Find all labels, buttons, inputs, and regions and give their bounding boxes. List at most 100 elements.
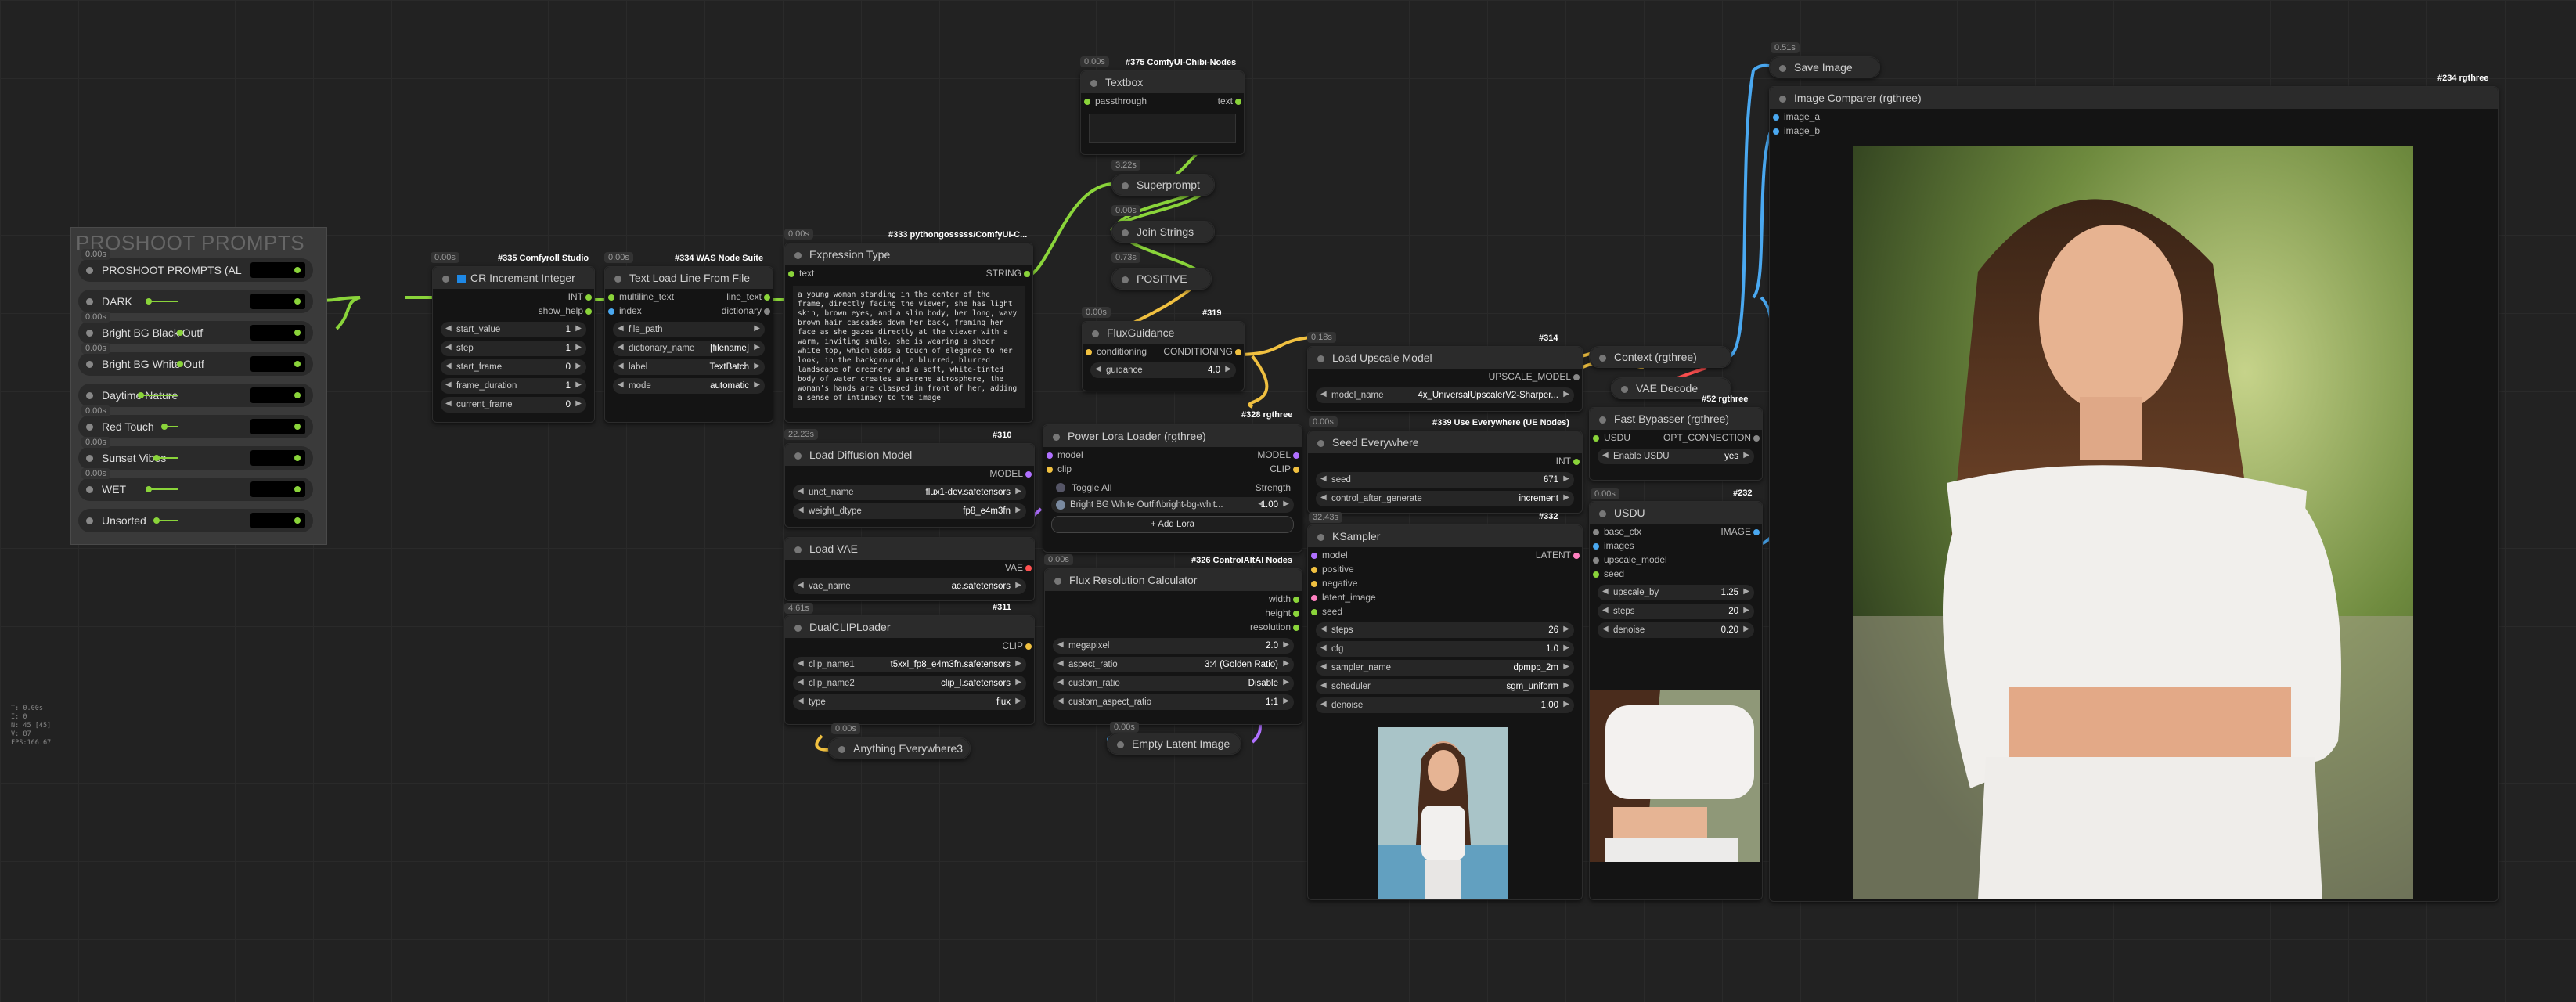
increment-arrow-icon[interactable]: ▶ (1283, 499, 1289, 508)
output-box[interactable] (250, 294, 305, 309)
decrement-arrow-icon[interactable]: ◀ (1320, 625, 1327, 633)
output-socket[interactable] (294, 455, 301, 461)
prompt-row[interactable]: Unsorted (78, 509, 313, 532)
node-collapse-dot[interactable] (794, 251, 802, 259)
widget-start-frame[interactable]: ◀ start_frame 0 ▶ (441, 359, 586, 375)
widget-clip-name1[interactable]: ◀ clip_name1 t5xxl_fp8_e4m3fn.safetensors ▶ (793, 657, 1026, 672)
widget-custom-aspect-ratio[interactable]: ◀ custom_aspect_ratio 1:1 ▶ (1053, 694, 1294, 710)
increment-arrow-icon[interactable]: ▶ (754, 343, 760, 351)
lora-name[interactable]: Bright BG White Outfit\bright-bg-whit... (1070, 500, 1223, 510)
increment-arrow-icon[interactable]: ▶ (754, 324, 760, 333)
row-dot[interactable] (86, 361, 93, 368)
decrement-arrow-icon[interactable]: ◀ (1320, 700, 1327, 708)
row-dot[interactable] (86, 298, 93, 305)
node-collapse-dot[interactable] (442, 275, 449, 283)
row-dot[interactable] (86, 424, 93, 431)
increment-arrow-icon[interactable]: ▶ (1563, 390, 1569, 398)
decrement-arrow-icon[interactable]: ◀ (798, 506, 804, 514)
input-socket[interactable] (1593, 529, 1599, 535)
increment-arrow-icon[interactable]: ▶ (1283, 659, 1289, 668)
widget-label[interactable]: ◀ label TextBatch ▶ (613, 359, 765, 375)
decrement-arrow-icon[interactable]: ◀ (618, 324, 624, 333)
increment-arrow-icon[interactable]: ▶ (1015, 581, 1021, 589)
load-upscale-model-node[interactable]: Load Upscale Model UPSCALE_MODEL ◀ model_… (1307, 346, 1583, 412)
load-vae-node[interactable]: Load VAE VAE ◀ vae_name ae.safetensors ▶ (784, 537, 1035, 601)
output-socket[interactable] (1573, 553, 1580, 559)
decrement-arrow-icon[interactable]: ◀ (798, 678, 804, 687)
output-socket[interactable] (585, 294, 592, 301)
increment-arrow-icon[interactable]: ▶ (1283, 678, 1289, 687)
decrement-arrow-icon[interactable]: ◀ (618, 362, 624, 370)
decrement-arrow-icon[interactable]: ◀ (1602, 625, 1609, 633)
decrement-arrow-icon[interactable]: ◀ (1320, 493, 1327, 502)
input-socket[interactable] (1593, 543, 1599, 550)
row-knob[interactable] (161, 424, 168, 430)
widget-mode[interactable]: ◀ mode automatic ▶ (613, 378, 765, 394)
output-box[interactable] (250, 387, 305, 403)
row-knob[interactable] (146, 298, 152, 305)
output-box[interactable] (250, 419, 305, 434)
increment-arrow-icon[interactable]: ▶ (575, 399, 582, 408)
widget-cfg[interactable]: ◀ cfg 1.0 ▶ (1316, 641, 1574, 657)
decrement-arrow-icon[interactable]: ◀ (798, 487, 804, 496)
widget-scheduler[interactable]: ◀ scheduler sgm_uniform ▶ (1316, 679, 1574, 694)
load-diffusion-model-node[interactable]: Load Diffusion Model MODEL ◀ unet_name flu… (784, 443, 1035, 528)
increment-arrow-icon[interactable]: ▶ (1743, 625, 1749, 633)
input-socket[interactable] (1593, 571, 1599, 578)
input-socket[interactable] (1593, 435, 1599, 442)
increment-arrow-icon[interactable]: ▶ (1563, 625, 1569, 633)
output-socket[interactable] (1025, 471, 1032, 478)
comparison-image[interactable] (1853, 146, 2413, 899)
output-socket[interactable] (1753, 529, 1760, 535)
increment-arrow-icon[interactable]: ▶ (1563, 493, 1569, 502)
decrement-arrow-icon[interactable]: ◀ (1602, 587, 1609, 596)
output-socket[interactable] (294, 298, 301, 305)
decrement-arrow-icon[interactable]: ◀ (798, 659, 804, 668)
toggle-all-switch[interactable] (1056, 483, 1065, 492)
textbox-input[interactable] (1089, 114, 1236, 143)
prompt-row[interactable]: Sunset Vibes (78, 446, 313, 470)
output-socket[interactable] (1025, 565, 1032, 571)
node-collapse-dot[interactable] (1090, 79, 1097, 87)
node-collapse-dot[interactable] (1117, 741, 1124, 748)
output-box[interactable] (250, 262, 305, 278)
output-socket[interactable] (585, 308, 592, 315)
row-knob[interactable] (153, 517, 160, 524)
input-socket[interactable] (1084, 99, 1090, 105)
increment-arrow-icon[interactable]: ▶ (1563, 662, 1569, 671)
node-collapse-dot[interactable] (1621, 385, 1628, 393)
output-socket[interactable] (1293, 611, 1299, 617)
decrement-arrow-icon[interactable]: ◀ (1320, 662, 1327, 671)
node-collapse-dot[interactable] (1599, 510, 1606, 517)
decrement-arrow-icon[interactable]: ◀ (445, 380, 452, 389)
seed-everywhere-node[interactable]: Seed Everywhere INT ◀ seed 671 ▶ ◀ control_af… (1307, 431, 1583, 514)
prompt-row[interactable]: DARK (78, 290, 313, 313)
positive-node[interactable]: POSITIVE (1111, 268, 1212, 290)
row-knob[interactable] (138, 392, 144, 398)
row-dot[interactable] (86, 486, 93, 493)
widget-guidance[interactable]: ◀ guidance 4.0 ▶ (1090, 362, 1236, 378)
node-collapse-dot[interactable] (1599, 354, 1606, 362)
decrement-arrow-icon[interactable]: ◀ (1320, 390, 1327, 398)
decrement-arrow-icon[interactable]: ◀ (618, 380, 624, 389)
input-socket[interactable] (1047, 467, 1053, 473)
increment-arrow-icon[interactable]: ▶ (754, 362, 760, 370)
output-socket[interactable] (294, 361, 301, 367)
flux-guidance-node[interactable]: FluxGuidance conditioning CONDITIONING ◀ g… (1082, 321, 1245, 391)
output-socket[interactable] (294, 424, 301, 430)
node-collapse-dot[interactable] (1317, 355, 1324, 362)
decrement-arrow-icon[interactable]: ◀ (798, 697, 804, 705)
output-socket[interactable] (764, 308, 770, 315)
anything-everywhere-node[interactable]: Anything Everywhere3 (828, 737, 971, 759)
row-dot[interactable] (86, 267, 93, 274)
increment-arrow-icon[interactable]: ▶ (1283, 697, 1289, 705)
widget-enable-usdu[interactable]: ◀ Enable USDU yes ▶ (1598, 449, 1754, 464)
prompt-row[interactable]: Daytime Nature (78, 384, 313, 407)
row-knob[interactable] (177, 361, 183, 367)
superprompt-node[interactable]: Superprompt (1111, 174, 1215, 196)
row-dot[interactable] (86, 330, 93, 337)
node-collapse-dot[interactable] (1317, 439, 1324, 447)
input-socket[interactable] (608, 308, 614, 315)
widget-current-frame[interactable]: ◀ current_frame 0 ▶ (441, 397, 586, 413)
input-socket[interactable] (1773, 114, 1779, 121)
